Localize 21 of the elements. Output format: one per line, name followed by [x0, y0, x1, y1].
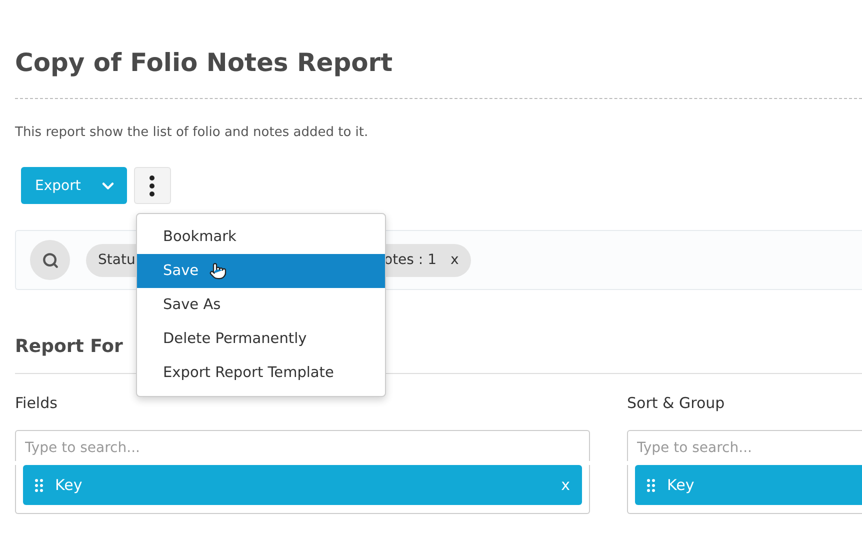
drag-handle-icon[interactable] — [35, 478, 43, 492]
drag-handle-icon[interactable] — [647, 478, 655, 492]
vertical-dots-icon — [149, 174, 156, 196]
menu-item[interactable]: Export Report Template — [137, 356, 385, 390]
menu-item[interactable]: Bookmark — [137, 220, 385, 254]
search-field[interactable]: Type to search... — [627, 430, 862, 461]
search-icon — [42, 252, 58, 268]
menu-item[interactable]: Delete Permanently — [137, 322, 385, 356]
search-input[interactable]: Type to search... — [25, 437, 580, 459]
search-button[interactable] — [30, 240, 70, 280]
menu-item[interactable]: Save As — [137, 288, 385, 322]
panel-heading: Sort & Group — [627, 394, 726, 412]
panel-heading: Fields — [15, 394, 58, 412]
menu-item[interactable]: Save — [137, 254, 385, 288]
more-options-button[interactable] — [134, 167, 171, 204]
search-field[interactable]: Type to search... — [15, 430, 590, 461]
search-input[interactable]: Type to search... — [637, 437, 862, 459]
section-heading: Report For — [15, 336, 123, 357]
hand-pointer-icon — [208, 262, 227, 280]
report-description: This report show the list of folio and notes added to it. — [15, 125, 370, 140]
report-title: Copy of Folio Notes Report — [15, 47, 394, 79]
